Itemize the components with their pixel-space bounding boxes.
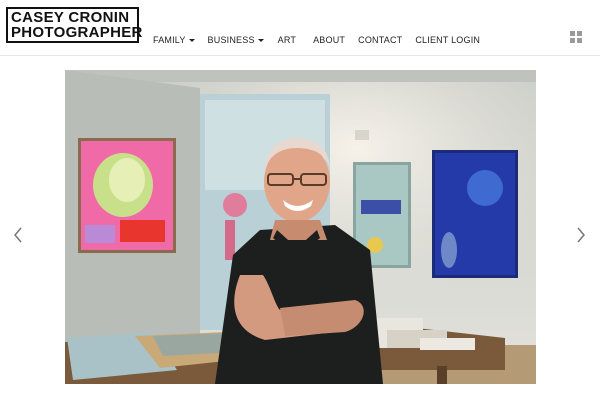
nav-item-label: ABOUT	[313, 35, 346, 45]
chevron-left-icon	[14, 227, 22, 243]
nav-item-label: FAMILY	[153, 35, 186, 45]
grid-cell	[570, 38, 575, 43]
hero-photo	[65, 70, 536, 384]
previous-slide-button[interactable]	[13, 226, 23, 244]
nav-item-about[interactable]: ABOUT	[313, 35, 345, 45]
nav-item-contact[interactable]: CONTACT	[358, 35, 402, 45]
nav-item-client-login[interactable]: CLIENT LOGIN	[415, 35, 480, 45]
nav-item-art[interactable]: ART	[278, 35, 296, 45]
nav-item-label: BUSINESS	[207, 35, 255, 45]
nav-item-family[interactable]: FAMILY	[153, 35, 195, 45]
grid-cell	[570, 31, 575, 36]
caret-down-icon	[257, 38, 264, 42]
next-slide-button[interactable]	[576, 226, 586, 244]
grid-cell	[577, 31, 582, 36]
caret-down-icon	[188, 38, 195, 42]
main-nav: FAMILY BUSINESS ART ABOUT CONTACT CLIENT LOGI…	[153, 33, 480, 47]
grid-cell	[577, 38, 582, 43]
nav-item-label: CONTACT	[358, 35, 403, 45]
logo-line-1: CASEY CRONIN	[11, 9, 130, 26]
nav-item-business[interactable]: BUSINESS	[208, 35, 264, 45]
nav-item-label: CLIENT LOGIN	[415, 35, 481, 45]
grid-icon[interactable]	[570, 31, 582, 43]
gallery-photo-image	[65, 70, 536, 384]
site-header: CASEY CRONIN PHOTOGRAPHER FAMILY BUSINESS…	[0, 0, 600, 56]
nav-item-label: ART	[277, 35, 297, 45]
chevron-right-icon	[577, 227, 585, 243]
site-logo[interactable]: CASEY CRONIN PHOTOGRAPHER	[6, 7, 143, 43]
logo-line-2: PHOTOGRAPHER	[11, 24, 143, 41]
